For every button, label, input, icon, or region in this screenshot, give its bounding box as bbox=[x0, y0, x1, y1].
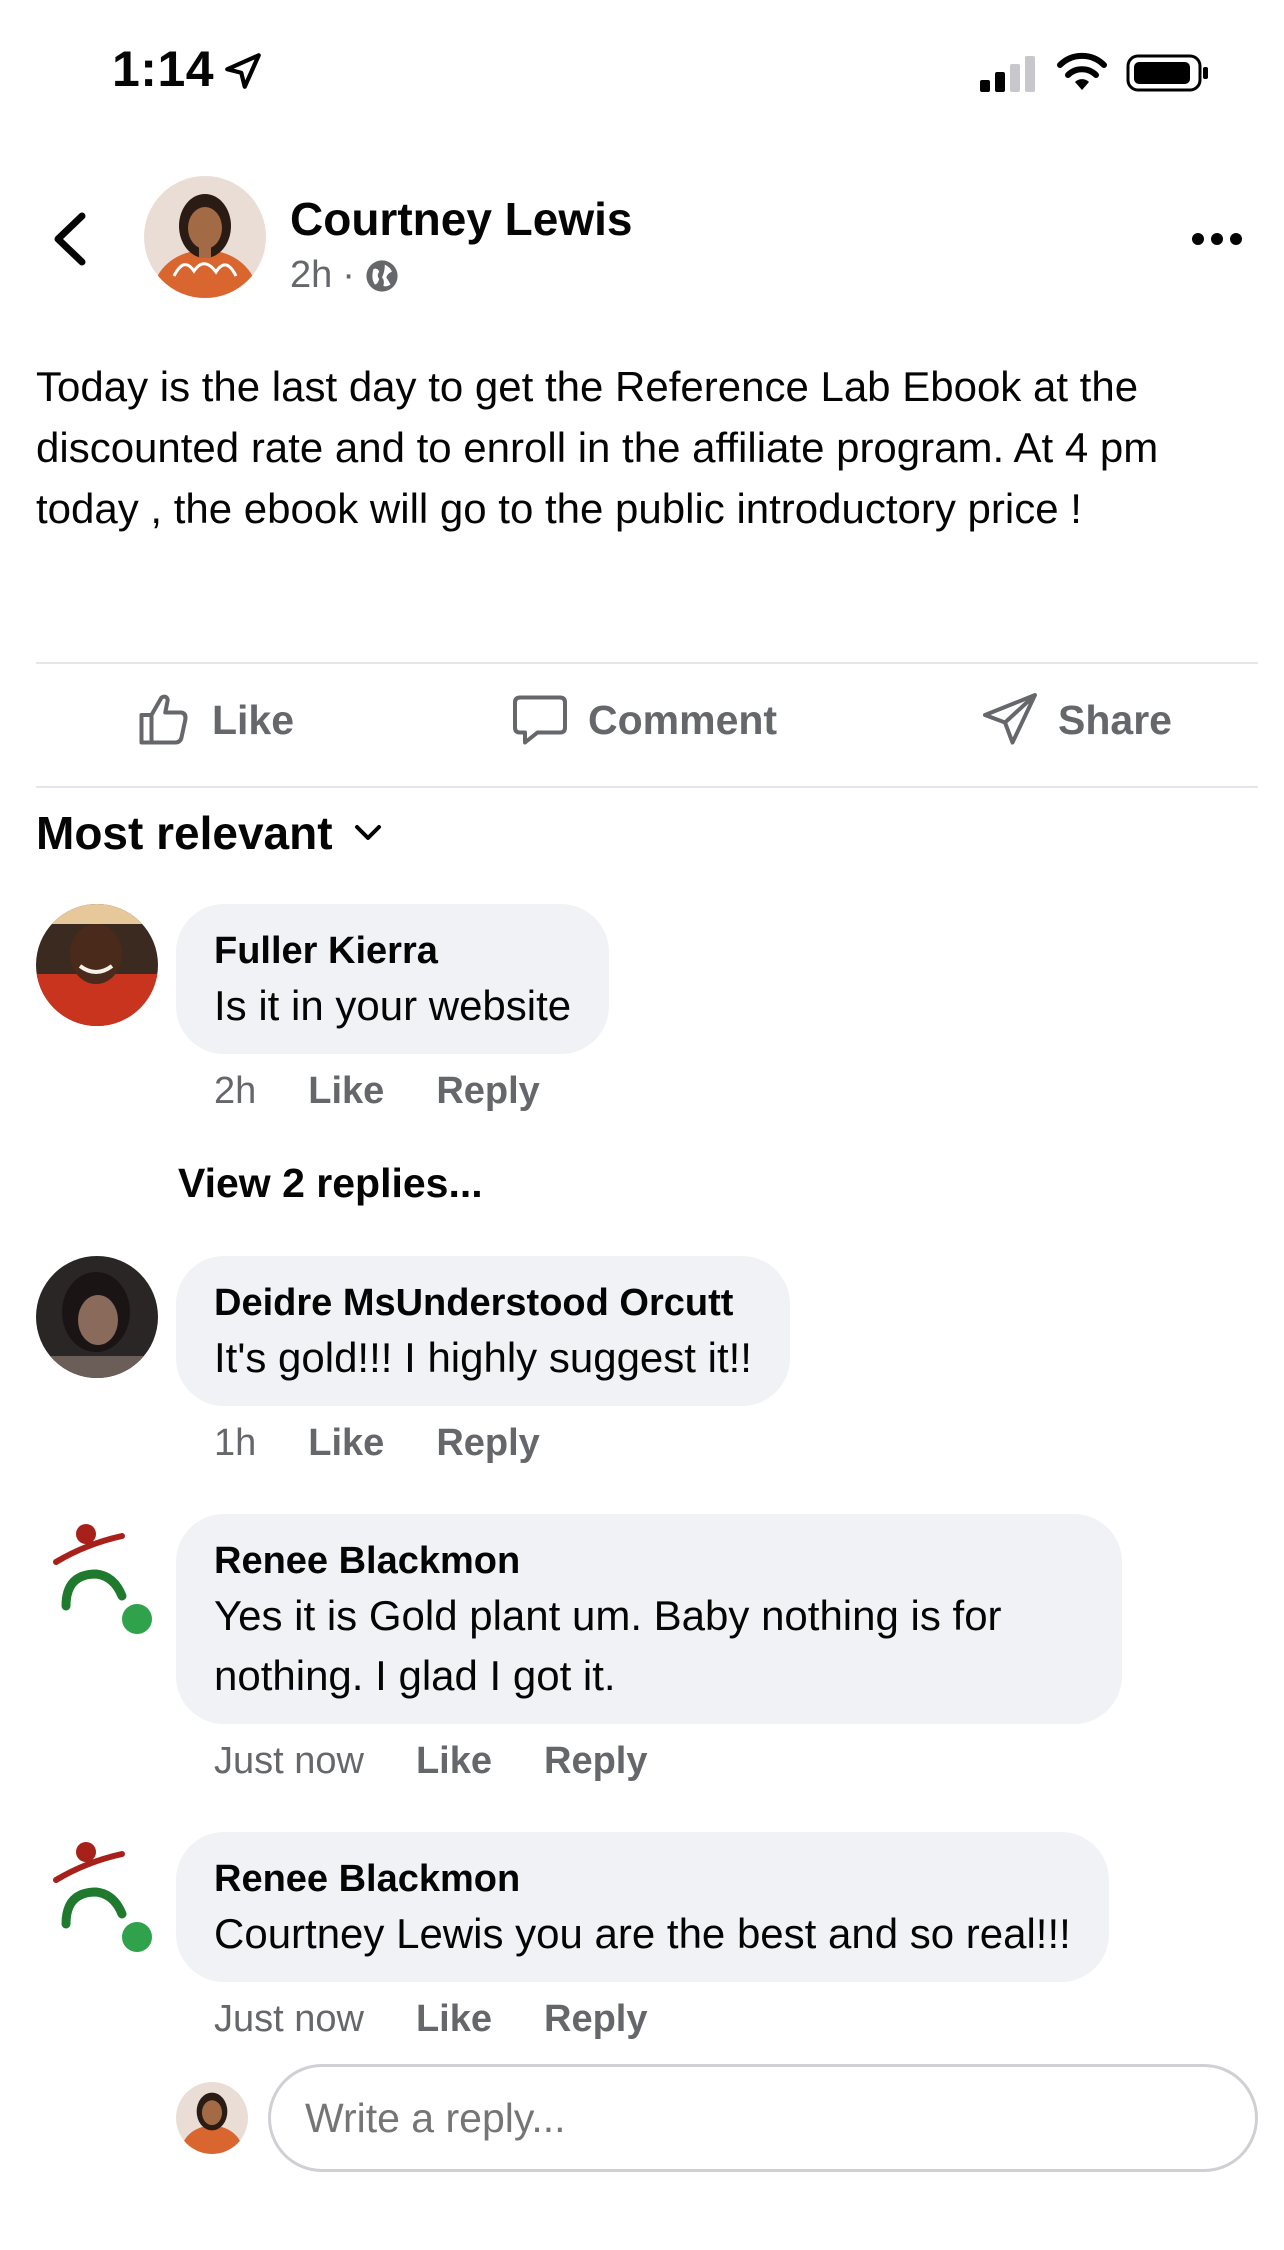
commenter-name[interactable]: Renee Blackmon bbox=[214, 1536, 1084, 1586]
comment-actions: 1h Like Reply bbox=[214, 1422, 540, 1465]
post-author-name[interactable]: Courtney Lewis bbox=[290, 192, 633, 246]
post-time[interactable]: 2h bbox=[290, 254, 332, 297]
commenter-name[interactable]: Fuller Kierra bbox=[214, 926, 571, 976]
comment-like-button[interactable]: Like bbox=[308, 1422, 384, 1465]
reply-input[interactable] bbox=[268, 2064, 1258, 2172]
comment-like-button[interactable]: Like bbox=[308, 1070, 384, 1113]
chevron-down-icon bbox=[354, 825, 381, 840]
comment-text: Yes it is Gold plant um. Baby nothing is… bbox=[214, 1592, 1002, 1699]
online-status-dot bbox=[118, 1918, 156, 1956]
comment-bubble: Renee Blackmon Yes it is Gold plant um. … bbox=[176, 1514, 1122, 1724]
comment-time: 1h bbox=[214, 1422, 257, 1464]
location-arrow-icon bbox=[225, 53, 261, 89]
comment-text: It's gold!!! I highly suggest it!! bbox=[214, 1334, 752, 1381]
status-time: 1:14 bbox=[112, 41, 215, 97]
comment-reply-button[interactable]: Reply bbox=[436, 1422, 539, 1465]
more-icon[interactable] bbox=[1190, 224, 1244, 254]
divider bbox=[36, 662, 1258, 664]
comment-bubble: Fuller Kierra Is it in your website bbox=[176, 904, 610, 1054]
share-button[interactable]: Share bbox=[980, 680, 1172, 760]
back-chevron-icon[interactable] bbox=[50, 210, 90, 268]
comment-time: Just now bbox=[214, 1740, 364, 1782]
like-button[interactable]: Like bbox=[134, 680, 294, 760]
comment-icon bbox=[513, 695, 567, 745]
comment-text: Is it in your website bbox=[214, 982, 572, 1029]
like-icon bbox=[139, 694, 188, 745]
comment-reply-button[interactable]: Reply bbox=[436, 1070, 539, 1113]
battery-icon bbox=[1126, 54, 1208, 92]
commenter-name[interactable]: Deidre MsUnderstood Orcutt bbox=[214, 1278, 752, 1328]
online-status-dot bbox=[118, 1600, 156, 1638]
comment-time: 2h bbox=[214, 1070, 257, 1112]
signal-icon bbox=[980, 56, 1035, 92]
divider bbox=[36, 786, 1258, 788]
sort-label: Most relevant bbox=[36, 807, 333, 859]
globe-icon bbox=[366, 259, 398, 292]
meta-separator: · bbox=[342, 254, 355, 296]
current-user-avatar bbox=[176, 2082, 248, 2154]
comment-actions: 2h Like Reply bbox=[214, 1070, 540, 1113]
comment-sort-dropdown[interactable]: Most relevant bbox=[36, 806, 383, 860]
commenter-avatar[interactable] bbox=[36, 904, 158, 1026]
author-avatar[interactable] bbox=[144, 176, 266, 298]
post-text: Today is the last day to get the Referen… bbox=[36, 363, 1159, 532]
comment-like-button[interactable]: Like bbox=[416, 1740, 492, 1783]
comment-time: Just now bbox=[214, 1998, 364, 2040]
comment-actions: Just now Like Reply bbox=[214, 1740, 648, 1783]
comment-reply-button[interactable]: Reply bbox=[544, 1740, 647, 1783]
post-meta: 2h · bbox=[290, 254, 399, 297]
commenter-name[interactable]: Renee Blackmon bbox=[214, 1854, 1071, 1904]
comment-text: Courtney Lewis you are the best and so r… bbox=[214, 1910, 1071, 1957]
like-label: Like bbox=[212, 696, 295, 743]
wifi-icon bbox=[1057, 52, 1107, 90]
view-replies-link[interactable]: View 2 replies... bbox=[178, 1160, 483, 1207]
comment-bubble: Deidre MsUnderstood Orcutt It's gold!!! … bbox=[176, 1256, 790, 1406]
comment-reply-button[interactable]: Reply bbox=[544, 1998, 647, 2041]
comment-actions: Just now Like Reply bbox=[214, 1998, 648, 2041]
comment-button[interactable]: Comment bbox=[510, 680, 777, 760]
comment-label: Comment bbox=[588, 696, 778, 743]
commenter-avatar[interactable] bbox=[36, 1256, 158, 1378]
comment-like-button[interactable]: Like bbox=[416, 1998, 492, 2041]
comment-bubble: Renee Blackmon Courtney Lewis you are th… bbox=[176, 1832, 1109, 1982]
share-icon bbox=[983, 693, 1037, 745]
share-label: Share bbox=[1058, 696, 1172, 743]
